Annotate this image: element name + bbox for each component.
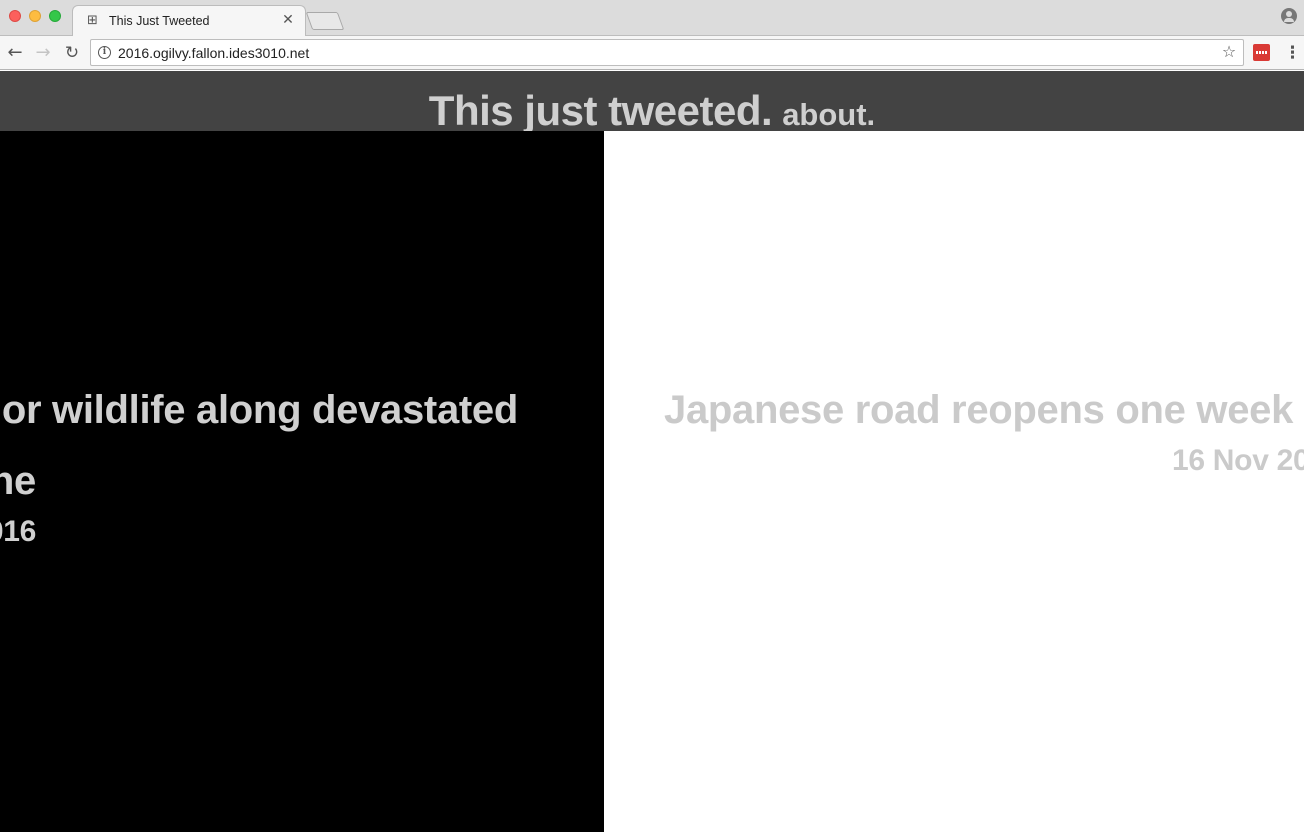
- zoom-window-button[interactable]: [49, 10, 61, 22]
- user-profile-icon[interactable]: [1281, 8, 1297, 24]
- tweet-headline-line-2: ne: [0, 459, 36, 503]
- minimize-window-button[interactable]: [29, 10, 41, 22]
- tweet-slide-left[interactable]: or wildlife along devastated ne 016: [0, 131, 604, 832]
- browser-toolbar: ← → ↻ i 2016.ogilvy.fallon.ides3010.net …: [0, 36, 1304, 70]
- address-bar[interactable]: i 2016.ogilvy.fallon.ides3010.net ☆: [90, 39, 1244, 66]
- site-title-row: This just tweeted. about.: [0, 87, 1304, 131]
- browser-tab-strip: ⊞ This Just Tweeted ✕: [0, 0, 1304, 37]
- close-tab-icon[interactable]: ✕: [280, 12, 296, 28]
- tweet-headline-line-1: or wildlife along devastated: [1, 388, 518, 432]
- extension-icon[interactable]: [1253, 44, 1270, 61]
- back-arrow-icon[interactable]: ←: [3, 41, 27, 65]
- tweet-headline: Japanese road reopens one week: [664, 388, 1294, 432]
- browser-tab-active[interactable]: ⊞ This Just Tweeted ✕: [72, 5, 306, 37]
- tab-title: This Just Tweeted: [109, 14, 210, 28]
- site-favicon-icon: ⊞: [87, 13, 98, 28]
- bookmark-star-icon[interactable]: ☆: [1220, 43, 1238, 61]
- tweet-slide-right[interactable]: Japanese road reopens one week 16 Nov 20: [604, 131, 1304, 832]
- url-text[interactable]: 2016.ogilvy.fallon.ides3010.net: [118, 45, 309, 61]
- tweet-date: 016: [0, 515, 36, 548]
- about-link[interactable]: about.: [782, 97, 875, 131]
- site-header: This just tweeted. about.: [0, 71, 1304, 131]
- forward-arrow-icon[interactable]: →: [31, 41, 55, 65]
- reload-icon[interactable]: ↻: [60, 41, 84, 65]
- site-info-icon[interactable]: i: [98, 46, 111, 59]
- browser-menu-icon[interactable]: ⋮: [1284, 42, 1301, 64]
- tweet-date: 16 Nov 20: [1172, 444, 1304, 477]
- new-tab-button[interactable]: [305, 12, 345, 30]
- site-title[interactable]: This just tweeted.: [429, 87, 773, 131]
- close-window-button[interactable]: [9, 10, 21, 22]
